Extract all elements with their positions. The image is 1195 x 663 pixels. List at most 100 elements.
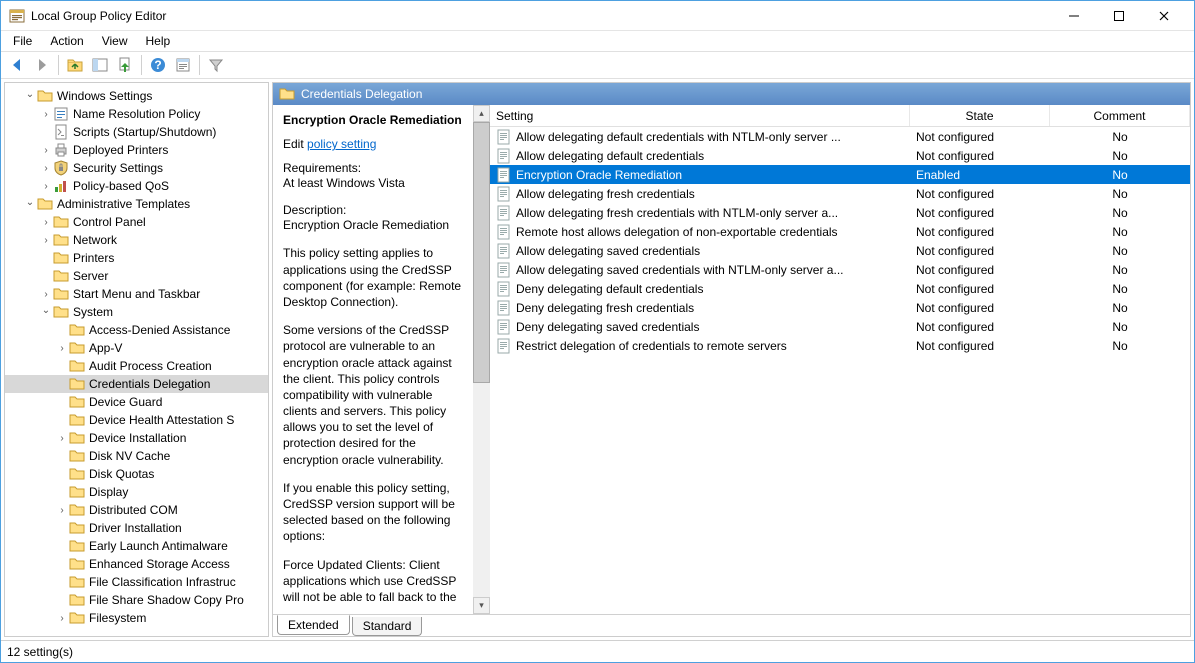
- expand-icon[interactable]: ›: [39, 235, 53, 246]
- setting-cell: Deny delegating saved credentials: [490, 319, 910, 335]
- setting-row[interactable]: Deny delegating default credentialsNot c…: [490, 279, 1190, 298]
- tree-item[interactable]: Device Guard: [5, 393, 268, 411]
- tree-item[interactable]: ›Device Installation: [5, 429, 268, 447]
- scroll-down-button[interactable]: ▾: [473, 597, 490, 614]
- setting-row[interactable]: Allow delegating default credentials wit…: [490, 127, 1190, 146]
- tree-item[interactable]: ›Network: [5, 231, 268, 249]
- tree-item[interactable]: Printers: [5, 249, 268, 267]
- filter-button[interactable]: [204, 53, 228, 77]
- policy-setting-icon: [496, 205, 512, 221]
- menu-action[interactable]: Action: [42, 32, 91, 50]
- tree-item[interactable]: ›Filesystem: [5, 609, 268, 627]
- tree-item[interactable]: › Name Resolution Policy: [5, 105, 268, 123]
- tree-item[interactable]: Enhanced Storage Access: [5, 555, 268, 573]
- tree-item[interactable]: Disk NV Cache: [5, 447, 268, 465]
- tree-item[interactable]: Credentials Delegation: [5, 375, 268, 393]
- expand-icon[interactable]: ›: [39, 163, 53, 174]
- setting-row[interactable]: Allow delegating fresh credentialsNot co…: [490, 184, 1190, 203]
- setting-row[interactable]: Deny delegating fresh credentialsNot con…: [490, 298, 1190, 317]
- scroll-track[interactable]: [473, 122, 490, 597]
- column-header-setting[interactable]: Setting: [490, 105, 910, 126]
- tree-item[interactable]: ›Start Menu and Taskbar: [5, 285, 268, 303]
- forward-button[interactable]: [30, 53, 54, 77]
- tree-item[interactable]: Server: [5, 267, 268, 285]
- tree-panel[interactable]: ⌄Windows Settings › Name Resolution Policy…: [4, 82, 269, 637]
- setting-cell: Encryption Oracle Remediation: [490, 167, 910, 183]
- properties-button[interactable]: [171, 53, 195, 77]
- tree-item[interactable]: ›Policy-based QoS: [5, 177, 268, 195]
- description-scrollbar[interactable]: ▴ ▾: [473, 105, 490, 614]
- tree-item[interactable]: ›Distributed COM: [5, 501, 268, 519]
- tab-extended[interactable]: Extended: [277, 615, 350, 635]
- edit-policy-line: Edit policy setting: [283, 137, 463, 151]
- setting-row[interactable]: Allow delegating fresh credentials with …: [490, 203, 1190, 222]
- column-header-state[interactable]: State: [910, 105, 1050, 126]
- tree-item[interactable]: Disk Quotas: [5, 465, 268, 483]
- setting-row[interactable]: Allow delegating saved credentialsNot co…: [490, 241, 1190, 260]
- folder-icon: [69, 574, 85, 590]
- expand-icon[interactable]: ›: [39, 109, 53, 120]
- expand-icon[interactable]: ›: [39, 181, 53, 192]
- tree-item[interactable]: › Security Settings: [5, 159, 268, 177]
- comment-cell: No: [1050, 301, 1190, 315]
- comment-cell: No: [1050, 130, 1190, 144]
- up-folder-button[interactable]: [63, 53, 87, 77]
- settings-list-pane: Setting State Comment Allow delegating d…: [490, 105, 1190, 614]
- tree-item[interactable]: ⌄System: [5, 303, 268, 321]
- collapse-icon[interactable]: ⌄: [23, 197, 37, 208]
- export-button[interactable]: [113, 53, 137, 77]
- setting-name: Remote host allows delegation of non-exp…: [516, 225, 838, 239]
- setting-row[interactable]: Restrict delegation of credentials to re…: [490, 336, 1190, 355]
- edit-policy-link[interactable]: policy setting: [307, 137, 376, 151]
- collapse-icon[interactable]: ⌄: [23, 89, 37, 100]
- setting-row[interactable]: Allow delegating saved credentials with …: [490, 260, 1190, 279]
- tree-item[interactable]: ›App-V: [5, 339, 268, 357]
- tree-item[interactable]: Scripts (Startup/Shutdown): [5, 123, 268, 141]
- close-button[interactable]: [1141, 1, 1186, 30]
- expand-icon[interactable]: ›: [39, 289, 53, 300]
- expand-icon[interactable]: ›: [55, 613, 69, 624]
- tree-item[interactable]: Display: [5, 483, 268, 501]
- tree-item[interactable]: File Share Shadow Copy Pro: [5, 591, 268, 609]
- tree-item[interactable]: ⌄Administrative Templates: [5, 195, 268, 213]
- tree-item[interactable]: Audit Process Creation: [5, 357, 268, 375]
- tree-item[interactable]: Device Health Attestation S: [5, 411, 268, 429]
- menu-help[interactable]: Help: [138, 32, 179, 50]
- maximize-button[interactable]: [1096, 1, 1141, 30]
- right-panel: Credentials Delegation Encryption Oracle…: [272, 82, 1191, 637]
- expand-icon[interactable]: ›: [39, 145, 53, 156]
- description-label: Description:: [283, 203, 463, 217]
- tree-item[interactable]: Access-Denied Assistance: [5, 321, 268, 339]
- expand-icon[interactable]: ›: [55, 505, 69, 516]
- setting-row[interactable]: Allow delegating default credentialsNot …: [490, 146, 1190, 165]
- help-button[interactable]: ?: [146, 53, 170, 77]
- tree-item[interactable]: File Classification Infrastruc: [5, 573, 268, 591]
- tab-standard[interactable]: Standard: [352, 617, 423, 636]
- setting-row[interactable]: Deny delegating saved credentialsNot con…: [490, 317, 1190, 336]
- tree-item[interactable]: ›Deployed Printers: [5, 141, 268, 159]
- tree-item-label: Name Resolution Policy: [73, 107, 200, 121]
- expand-icon[interactable]: ›: [55, 343, 69, 354]
- tree-item[interactable]: Driver Installation: [5, 519, 268, 537]
- setting-row[interactable]: Encryption Oracle RemediationEnabledNo: [490, 165, 1190, 184]
- tree-item[interactable]: Early Launch Antimalware: [5, 537, 268, 555]
- show-hide-tree-button[interactable]: [88, 53, 112, 77]
- settings-list-body[interactable]: Allow delegating default credentials wit…: [490, 127, 1190, 614]
- menu-view[interactable]: View: [94, 32, 136, 50]
- back-button[interactable]: [5, 53, 29, 77]
- setting-cell: Allow delegating saved credentials: [490, 243, 910, 259]
- tree-item[interactable]: ⌄Windows Settings: [5, 87, 268, 105]
- tree-item-label: Security Settings: [73, 161, 163, 175]
- menu-file[interactable]: File: [5, 32, 40, 50]
- expand-icon[interactable]: ›: [55, 433, 69, 444]
- minimize-button[interactable]: [1051, 1, 1096, 30]
- setting-row[interactable]: Remote host allows delegation of non-exp…: [490, 222, 1190, 241]
- scroll-up-button[interactable]: ▴: [473, 105, 490, 122]
- scroll-thumb[interactable]: [473, 122, 490, 383]
- expand-icon[interactable]: ›: [39, 217, 53, 228]
- folder-icon: [53, 214, 69, 230]
- column-header-comment[interactable]: Comment: [1050, 105, 1190, 126]
- collapse-icon[interactable]: ⌄: [39, 305, 53, 316]
- state-cell: Not configured: [910, 301, 1050, 315]
- tree-item[interactable]: ›Control Panel: [5, 213, 268, 231]
